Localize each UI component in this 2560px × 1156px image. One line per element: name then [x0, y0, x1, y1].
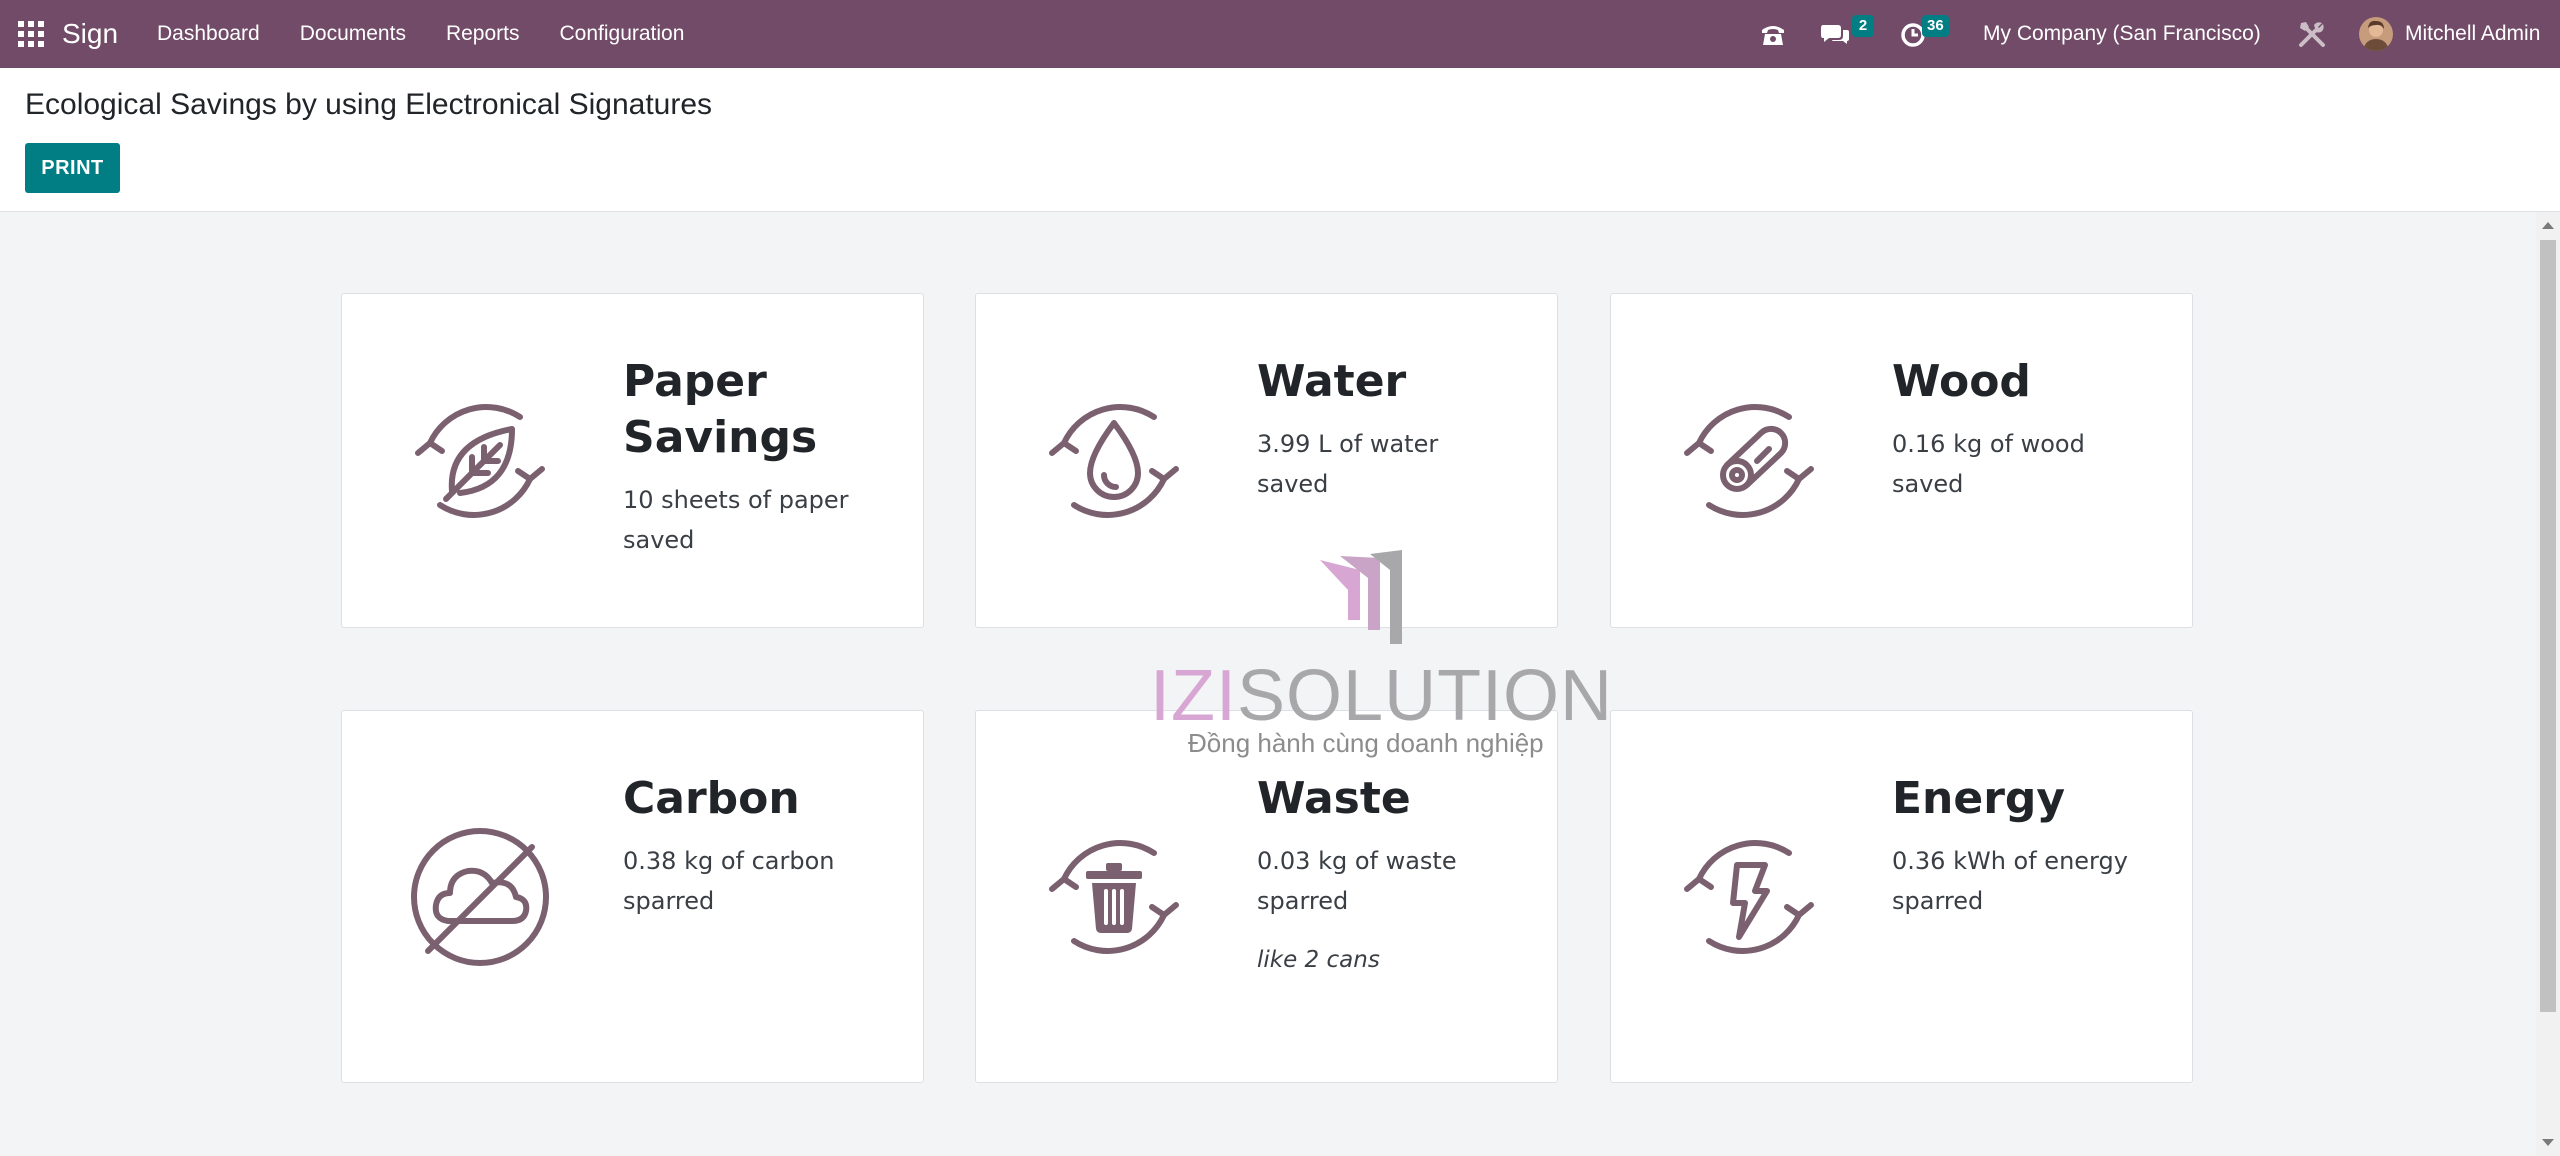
wood-log-recycle-icon	[1684, 404, 1814, 518]
phone-icon	[1762, 26, 1784, 45]
card-note: like 2 cans	[1257, 947, 1380, 973]
menu-reports[interactable]: Reports	[426, 0, 540, 68]
card-description: 10 sheets of paper saved	[623, 486, 849, 554]
tools-icon	[2299, 22, 2325, 47]
card-title: Wood	[1892, 356, 2031, 407]
savings-dashboard: Paper Savings 10 sheets of paper saved W…	[0, 212, 2536, 1156]
card-title: Waste	[1257, 773, 1411, 824]
company-switcher[interactable]: My Company (San Francisco)	[1983, 0, 2261, 68]
card-title: Energy	[1892, 773, 2066, 824]
water-drop-recycle-icon	[1049, 404, 1179, 518]
lightning-recycle-icon	[1684, 840, 1814, 954]
card-text: Wood 0.16 kg of wood saved	[1892, 354, 2152, 504]
card-text: Waste 0.03 kg of waste sparred like 2 ca…	[1257, 771, 1517, 973]
print-button[interactable]: PRINT	[25, 143, 120, 193]
vertical-scrollbar[interactable]	[2536, 212, 2560, 1156]
leaf-recycle-icon	[415, 404, 545, 518]
user-name: Mitchell Admin	[2405, 22, 2541, 45]
card-text: Energy 0.36 kWh of energy sparred	[1892, 771, 2152, 921]
card-title: Water	[1257, 356, 1407, 407]
savings-card-carbon: Carbon 0.38 kg of carbon sparred	[341, 710, 924, 1083]
savings-card-waste: Waste 0.03 kg of waste sparred like 2 ca…	[975, 710, 1558, 1083]
card-title: Paper Savings	[623, 356, 818, 463]
apps-grid-icon[interactable]	[18, 21, 44, 47]
card-description: 0.16 kg of wood saved	[1892, 430, 2085, 498]
app-name[interactable]: Sign	[62, 0, 118, 68]
savings-card-water: Water 3.99 L of water saved	[975, 293, 1558, 628]
card-description: 0.38 kg of carbon sparred	[623, 847, 835, 915]
top-navbar: Sign Dashboard Documents Reports Configu…	[0, 0, 2560, 68]
page-title: Ecological Savings by using Electronical…	[25, 88, 713, 121]
activities-badge: 36	[1922, 15, 1949, 37]
activities-button[interactable]: 36	[1900, 0, 1949, 68]
savings-card-wood: Wood 0.16 kg of wood saved	[1610, 293, 2193, 628]
avatar	[2359, 17, 2393, 51]
control-panel: Ecological Savings by using Electronical…	[0, 68, 2560, 212]
card-text: Carbon 0.38 kg of carbon sparred	[623, 771, 883, 921]
debug-tools-button[interactable]	[2297, 0, 2327, 68]
card-description: 3.99 L of water saved	[1257, 430, 1439, 498]
trash-recycle-icon	[1049, 840, 1179, 954]
card-text: Paper Savings 10 sheets of paper saved	[623, 354, 883, 560]
scroll-down-arrow-icon[interactable]	[2542, 1139, 2554, 1146]
main-menu: Dashboard Documents Reports Configuratio…	[157, 0, 704, 68]
card-title: Carbon	[623, 773, 800, 824]
savings-card-paper: Paper Savings 10 sheets of paper saved	[341, 293, 924, 628]
messages-badge: 2	[1852, 15, 1874, 37]
card-text: Water 3.99 L of water saved	[1257, 354, 1517, 504]
phone-button[interactable]	[1760, 0, 1786, 68]
card-description: 0.03 kg of waste sparred	[1257, 847, 1457, 915]
card-description: 0.36 kWh of energy sparred	[1892, 847, 2128, 915]
menu-documents[interactable]: Documents	[280, 0, 426, 68]
chat-bubbles-icon	[1821, 25, 1849, 44]
no-cloud-icon	[411, 828, 549, 966]
menu-dashboard[interactable]: Dashboard	[157, 0, 280, 68]
scrollbar-thumb[interactable]	[2540, 240, 2556, 1012]
scroll-up-arrow-icon[interactable]	[2542, 222, 2554, 229]
user-menu[interactable]: Mitchell Admin	[2359, 0, 2540, 68]
messages-button[interactable]: 2	[1820, 0, 1874, 68]
menu-configuration[interactable]: Configuration	[539, 0, 704, 68]
savings-card-energy: Energy 0.36 kWh of energy sparred	[1610, 710, 2193, 1083]
